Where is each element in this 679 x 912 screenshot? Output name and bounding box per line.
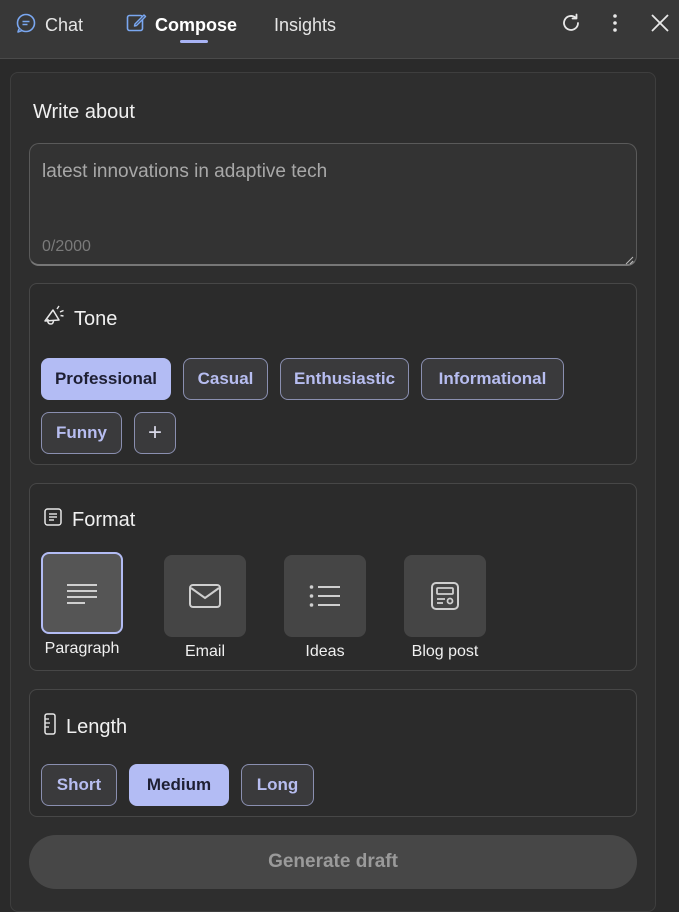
- more-options-icon[interactable]: [602, 10, 628, 36]
- length-chip-medium[interactable]: Medium: [129, 764, 229, 806]
- blog-post-icon: [431, 582, 459, 610]
- write-about-label: Write about: [33, 101, 135, 123]
- compose-icon: [125, 12, 147, 39]
- tone-title-text: Tone: [74, 307, 118, 330]
- add-tone-button[interactable]: +: [134, 412, 176, 454]
- tone-chip-casual[interactable]: Casual: [183, 358, 268, 400]
- megaphone-icon: [42, 304, 66, 334]
- tab-compose[interactable]: Compose: [125, 0, 237, 50]
- ruler-icon: [42, 712, 58, 742]
- format-title: Format: [42, 506, 135, 534]
- bulleted-list-icon: [309, 585, 340, 607]
- tab-insights-label: Insights: [274, 14, 337, 35]
- format-option-ideas[interactable]: Ideas: [284, 555, 366, 660]
- format-option-email[interactable]: Email: [164, 555, 246, 660]
- tab-chat[interactable]: Chat: [15, 0, 83, 50]
- tone-chip-enthusiastic[interactable]: Enthusiastic: [280, 358, 409, 400]
- tone-title: Tone: [42, 304, 117, 334]
- format-option-paragraph[interactable]: Paragraph: [41, 552, 123, 657]
- active-tab-indicator: [180, 40, 208, 43]
- format-label-blog-post: Blog post: [411, 643, 479, 660]
- tab-chat-label: Chat: [45, 14, 84, 35]
- close-icon[interactable]: [647, 10, 673, 36]
- top-bar: Chat Compose Insights: [0, 0, 679, 59]
- format-title-text: Format: [72, 508, 136, 531]
- format-icon: [42, 506, 64, 534]
- generate-draft-button[interactable]: Generate draft: [29, 835, 637, 889]
- topic-textarea[interactable]: latest innovations in adaptive tech 0/20…: [29, 143, 637, 266]
- tone-chip-funny[interactable]: Funny: [41, 412, 122, 454]
- tone-chip-informational[interactable]: Informational: [421, 358, 564, 400]
- length-title: Length: [42, 712, 127, 742]
- length-chip-short[interactable]: Short: [41, 764, 117, 806]
- chat-icon: [15, 12, 37, 39]
- envelope-icon: [189, 584, 221, 608]
- topic-placeholder: latest innovations in adaptive tech: [42, 161, 328, 182]
- length-section: Length Short Medium Long: [29, 689, 637, 817]
- format-section: Format Paragraph Email Ideas Blog post: [29, 483, 637, 671]
- refresh-icon[interactable]: [558, 10, 584, 36]
- paragraph-icon: [67, 584, 97, 604]
- tone-chip-professional[interactable]: Professional: [41, 358, 171, 400]
- tab-insights[interactable]: Insights: [274, 0, 336, 50]
- tone-section: Tone Professional Casual Enthusiastic In…: [29, 283, 637, 465]
- format-label-ideas: Ideas: [305, 643, 345, 660]
- length-chip-long[interactable]: Long: [241, 764, 314, 806]
- tab-compose-label: Compose: [155, 14, 238, 35]
- format-label-paragraph: Paragraph: [44, 640, 120, 657]
- character-counter: 0/2000: [42, 238, 91, 255]
- length-title-text: Length: [66, 715, 128, 738]
- format-label-email: Email: [184, 643, 225, 660]
- format-option-blog-post[interactable]: Blog post: [404, 555, 486, 660]
- plus-icon: +: [147, 419, 162, 446]
- resize-grip-icon[interactable]: [624, 252, 634, 265]
